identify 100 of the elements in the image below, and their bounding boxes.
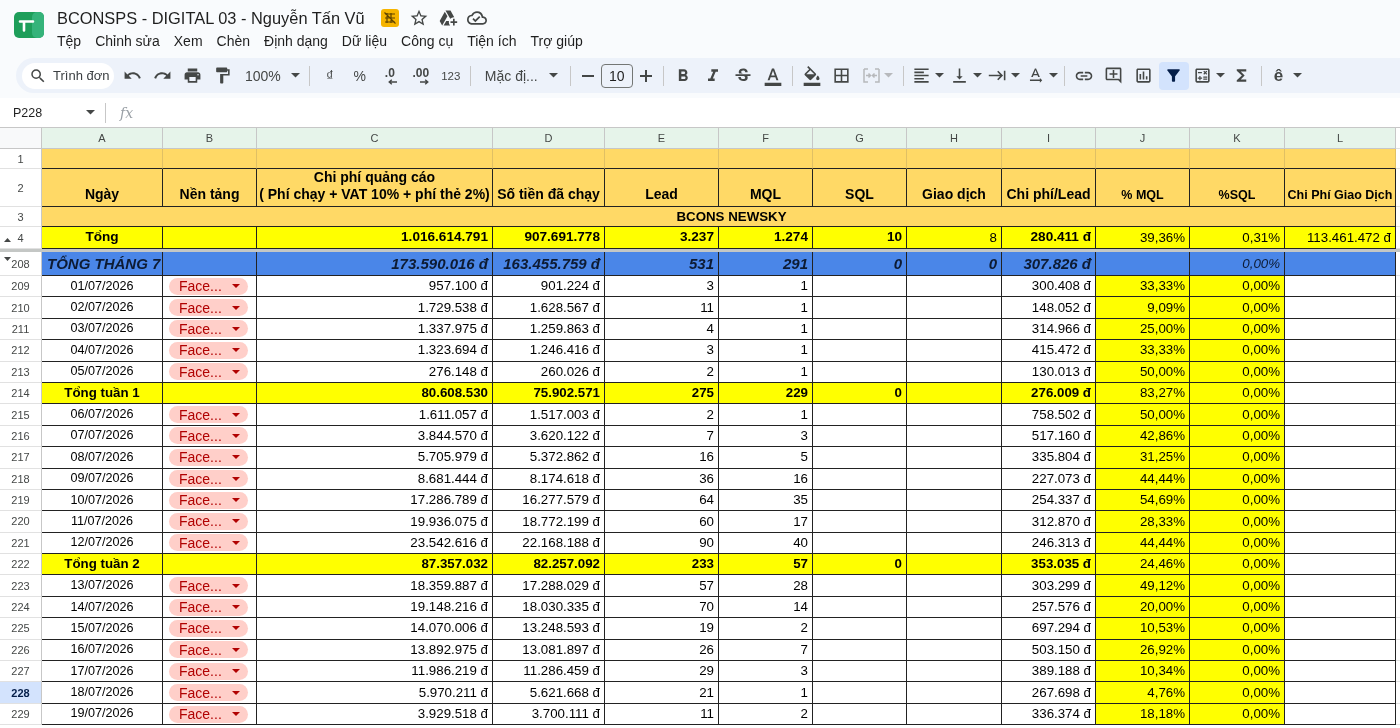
row-header[interactable]: 222 — [0, 554, 42, 576]
column-header[interactable]: B — [163, 128, 257, 149]
menu-item[interactable]: Định dạng — [258, 31, 334, 51]
input-tools-select[interactable]: ê — [1265, 61, 1305, 90]
menu-item[interactable]: Công cụ — [395, 31, 460, 51]
dropdown-chip[interactable]: Face... — [169, 448, 248, 466]
menu-item[interactable]: Dữ liệu — [335, 31, 394, 51]
menu-item[interactable]: Chỉnh sửa — [89, 31, 166, 51]
table-cell: 7 — [605, 425, 719, 448]
row-header[interactable]: 220 — [0, 511, 42, 533]
row-header[interactable]: 226 — [0, 639, 42, 662]
font-select[interactable]: Mặc đị... — [475, 61, 566, 90]
row-header[interactable]: 211 — [0, 318, 42, 341]
caret-icon — [86, 110, 95, 115]
row-header[interactable]: 2 — [0, 169, 42, 207]
row-header[interactable]: 225 — [0, 618, 42, 640]
dropdown-chip[interactable]: Face... — [169, 491, 248, 509]
column-header[interactable]: G — [813, 128, 907, 149]
zoom-select[interactable]: 100% — [237, 61, 304, 90]
row-header[interactable]: 209 — [0, 276, 42, 298]
row-header[interactable]: 219 — [0, 489, 42, 512]
row-header[interactable]: 218 — [0, 468, 42, 490]
row-header[interactable]: 4 — [0, 227, 42, 249]
row-header[interactable]: 228 — [0, 682, 42, 704]
row-header[interactable]: 210 — [0, 297, 42, 319]
table-cell: 312.870 đ — [1002, 511, 1096, 533]
column-header[interactable]: H — [907, 128, 1002, 149]
row-header[interactable]: 208 — [0, 252, 42, 276]
table-cell: 54,69% — [1096, 489, 1190, 512]
caret-icon — [231, 476, 240, 481]
table-cell: 07/07/2026 — [42, 425, 163, 448]
cell-reference-field[interactable]: P228 — [0, 101, 101, 124]
column-header[interactable]: F — [719, 128, 813, 149]
column-header[interactable]: K — [1190, 128, 1285, 149]
number-format-button[interactable]: 123 — [436, 61, 465, 90]
caret-icon — [231, 540, 240, 545]
dropdown-chip[interactable]: Face... — [169, 598, 248, 616]
row-header[interactable]: 3 — [0, 207, 42, 227]
row-header[interactable]: 1 — [0, 149, 42, 169]
dropdown-chip[interactable]: Face... — [169, 662, 248, 680]
table-cell: 8.681.444 đ — [257, 468, 493, 490]
table-cell: 14.070.006 đ — [257, 618, 493, 640]
row-header[interactable]: 212 — [0, 340, 42, 362]
column-header[interactable]: D — [493, 128, 605, 149]
app-logo-icon — [14, 12, 44, 38]
row-header[interactable]: 214 — [0, 382, 42, 405]
row-header[interactable]: 229 — [0, 703, 42, 726]
table-cell: 11 — [605, 703, 719, 726]
dropdown-chip[interactable]: Face... — [169, 619, 248, 637]
dropdown-chip[interactable]: Face... — [169, 577, 248, 595]
row-header[interactable]: 223 — [0, 575, 42, 597]
currency-button[interactable]: ₫ — [314, 61, 345, 90]
table-cell: 3 — [719, 661, 813, 683]
dropdown-chip[interactable]: Face... — [169, 684, 248, 702]
column-header[interactable]: J — [1096, 128, 1190, 149]
dropdown-chip[interactable]: Face... — [169, 320, 248, 338]
menu-item[interactable]: Tệp — [51, 31, 88, 51]
menu-item[interactable]: Tiện ích — [461, 31, 523, 51]
row-header[interactable]: 221 — [0, 532, 42, 555]
percent-button[interactable]: % — [344, 61, 375, 90]
dropdown-chip[interactable]: Face... — [169, 470, 248, 488]
table-cell: 22.168.188 đ — [493, 532, 605, 555]
window-title: BCONSPS - DIGITAL 03 - Nguyễn Tấn Vũ — [57, 8, 365, 29]
dropdown-chip[interactable]: Face... — [169, 534, 248, 552]
column-header[interactable]: C — [257, 128, 493, 149]
table-cell: 113.461.472 đ — [1285, 227, 1396, 249]
decrease-decimal-button[interactable]: .0 — [374, 61, 405, 90]
dropdown-chip[interactable]: Face... — [169, 299, 248, 317]
table-cell: 16 — [719, 468, 813, 490]
menu-item[interactable]: Xem — [167, 31, 209, 51]
header-cell: Chi Phí Giao Dịch — [1285, 169, 1396, 207]
dropdown-chip[interactable]: Face... — [169, 427, 248, 445]
table-cell: 44,44% — [1096, 468, 1190, 490]
row-header[interactable]: 216 — [0, 425, 42, 448]
menu-item[interactable]: Trợ giúp — [524, 31, 589, 51]
column-header[interactable]: L — [1285, 128, 1396, 149]
row-header[interactable]: 215 — [0, 404, 42, 426]
row-header[interactable]: 217 — [0, 447, 42, 469]
dropdown-chip[interactable]: Face... — [169, 341, 248, 359]
table-cell: 35 — [719, 489, 813, 512]
table-cell: 3 — [719, 425, 813, 448]
menu-item[interactable]: Chèn — [210, 31, 257, 51]
table-cell: 415.472 đ — [1002, 340, 1096, 362]
column-header[interactable]: A — [42, 128, 163, 149]
filter-button[interactable] — [1158, 61, 1189, 90]
dropdown-chip[interactable]: Face... — [169, 513, 248, 530]
caret-icon — [1048, 73, 1058, 78]
dropdown-chip[interactable]: Face... — [169, 277, 248, 295]
dropdown-chip[interactable]: Face... — [169, 641, 248, 659]
dropdown-chip[interactable]: Face... — [169, 406, 248, 424]
search-field[interactable]: Trình đơn — [22, 62, 114, 89]
dropdown-chip[interactable]: Face... — [169, 363, 248, 381]
increase-decimal-button[interactable]: .00 — [404, 61, 437, 90]
dropdown-chip[interactable]: Face... — [169, 705, 248, 723]
column-header[interactable]: I — [1002, 128, 1096, 149]
row-header[interactable]: 224 — [0, 596, 42, 619]
row-header[interactable]: 227 — [0, 661, 42, 683]
column-header[interactable]: E — [605, 128, 719, 149]
font-size-field[interactable]: 10 — [600, 63, 633, 88]
row-header[interactable]: 213 — [0, 361, 42, 383]
